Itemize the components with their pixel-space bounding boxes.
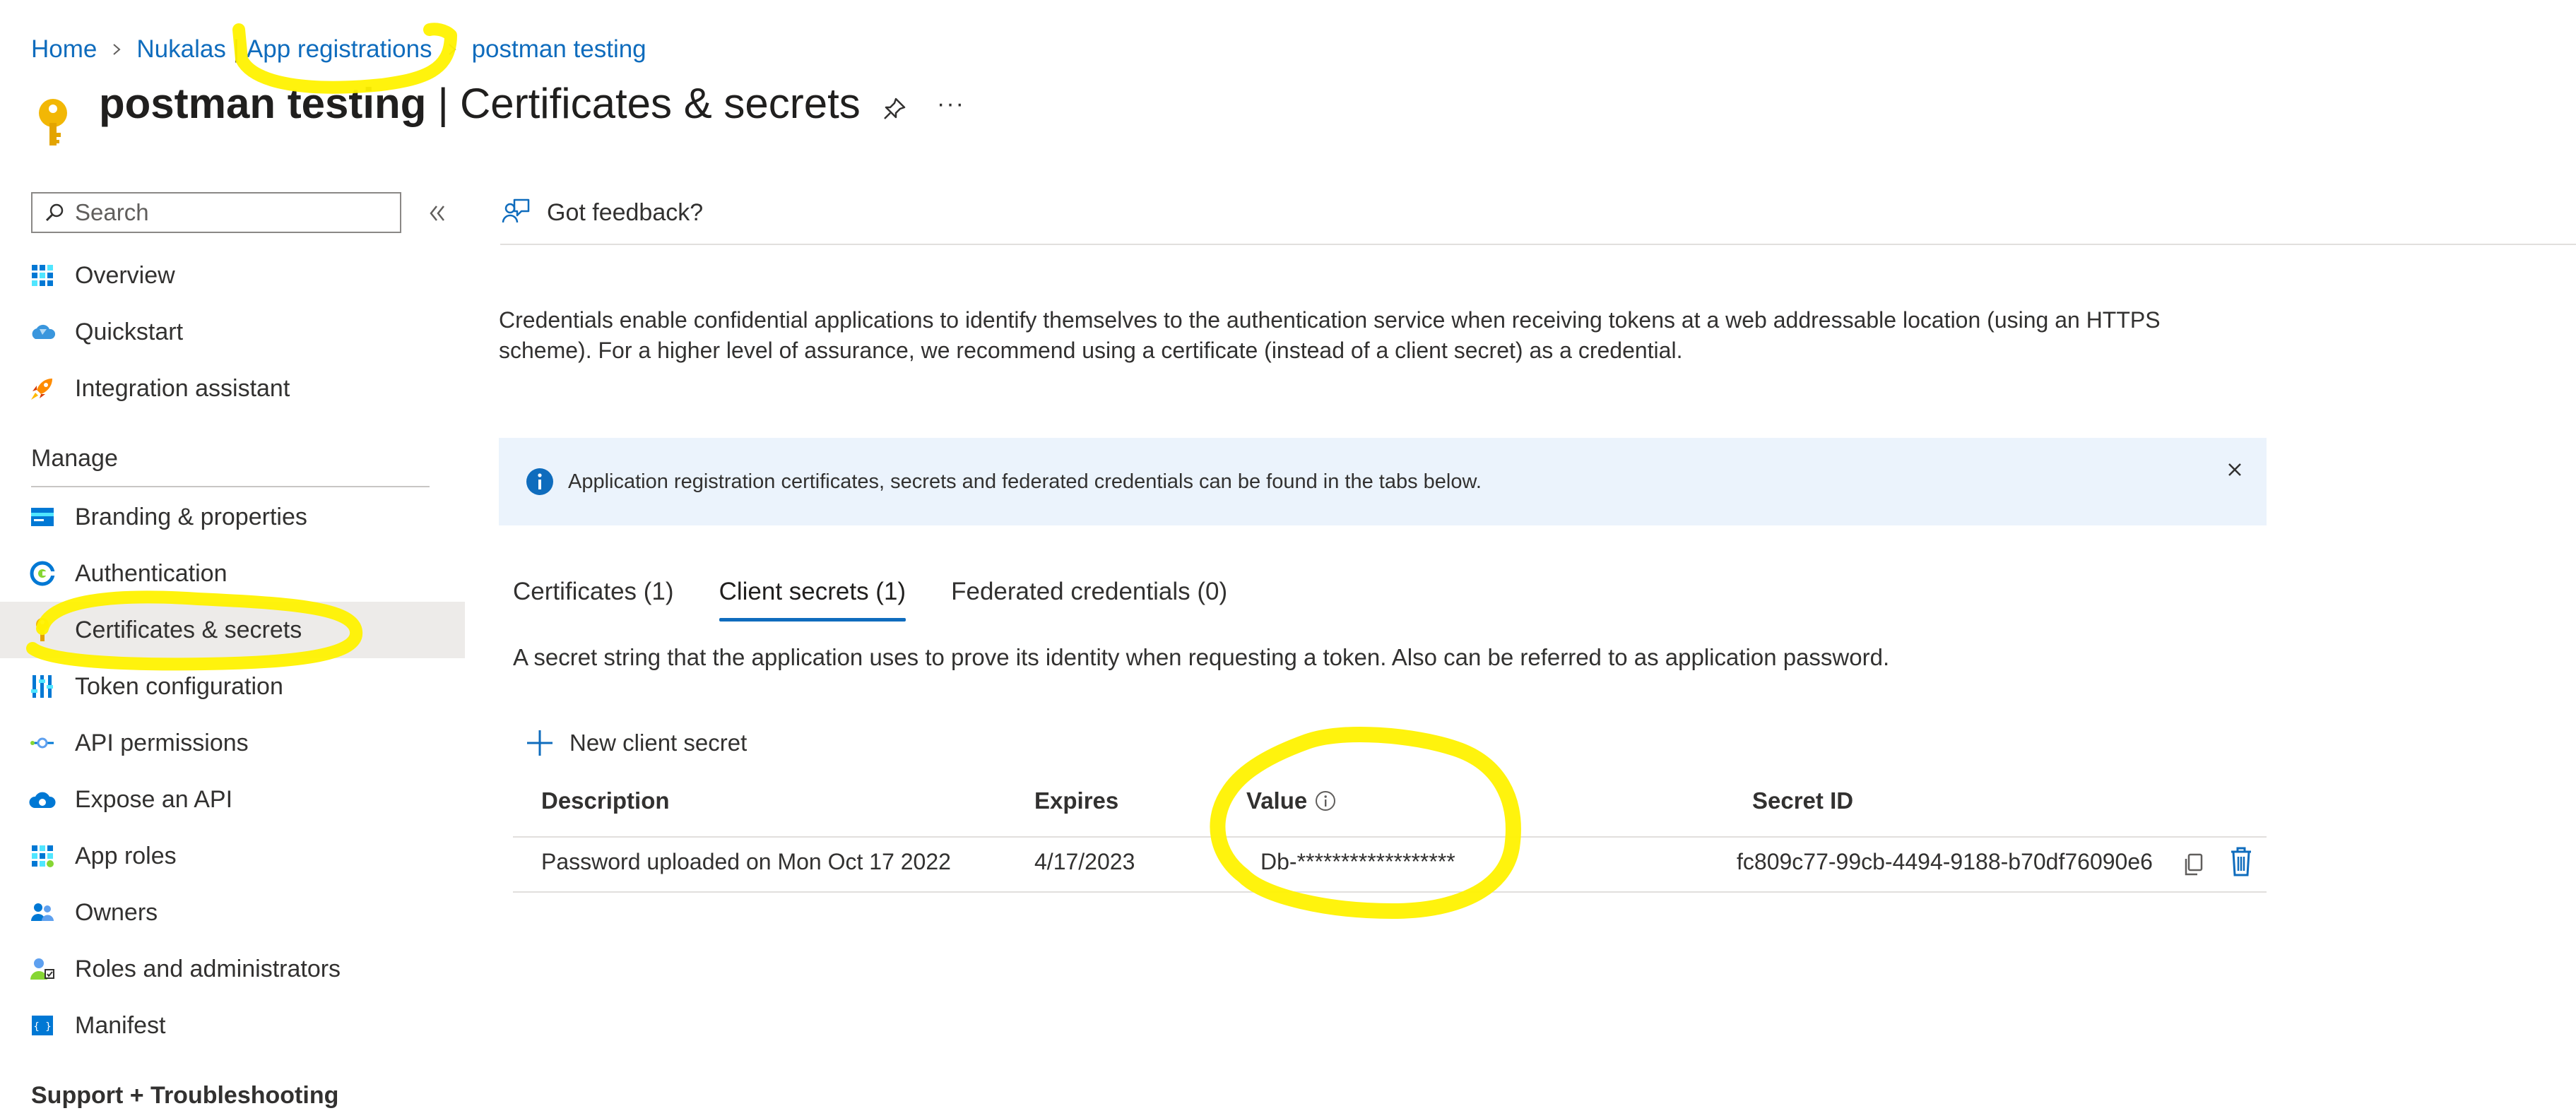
tab-federated-credentials[interactable]: Federated credentials (0) — [951, 571, 1227, 617]
sidebar-item-label: Quickstart — [75, 318, 184, 345]
page-description: Credentials enable confidential applicat… — [499, 307, 2161, 363]
breadcrumb-home[interactable]: Home — [31, 35, 97, 64]
cell-secret-id: fc809c77-99cb-4494-9188-b70df76090e6 — [1737, 849, 2153, 874]
sidebar-item-label: Branding & properties — [75, 503, 307, 530]
sidebar-item-branding[interactable]: Branding & properties — [0, 489, 465, 545]
key-icon — [39, 99, 67, 145]
sidebar-item-label: App roles — [75, 842, 177, 869]
breadcrumb-nukalas[interactable]: Nukalas — [136, 35, 225, 64]
sidebar-item-label: API permissions — [75, 729, 249, 756]
api-permissions-icon — [28, 729, 57, 757]
sidebar-item-label: Owners — [75, 898, 158, 926]
delete-icon[interactable] — [2228, 846, 2254, 877]
sidebar-item-expose-an-api[interactable]: Expose an API — [0, 771, 465, 828]
owners-icon — [28, 898, 57, 927]
sidebar-item-label: Integration assistant — [75, 374, 290, 402]
search-icon — [45, 203, 64, 222]
toolbar-divider — [500, 244, 2576, 245]
manifest-icon: { } — [28, 1011, 57, 1040]
sidebar-item-label: Roles and administrators — [75, 955, 341, 982]
sidebar-item-quickstart[interactable]: Quickstart — [0, 304, 465, 360]
chevron-right-icon — [113, 44, 121, 55]
column-header-secret-id[interactable]: Secret ID — [1752, 787, 1853, 814]
search-input[interactable] — [73, 198, 380, 227]
info-message: Application registration certificates, s… — [568, 470, 1482, 493]
app-roles-icon — [28, 842, 57, 870]
highlight-annotation-value — [1210, 726, 1521, 919]
feedback-button[interactable]: Got feedback? — [500, 185, 703, 240]
column-header-expires[interactable]: Expires — [1034, 787, 1118, 814]
pin-icon[interactable] — [882, 96, 907, 121]
close-icon[interactable] — [2223, 458, 2247, 482]
roles-icon — [28, 955, 57, 983]
highlight-annotation-certificates-secrets — [26, 590, 363, 671]
sidebar-item-label: Authentication — [75, 559, 228, 587]
branding-icon — [28, 503, 57, 531]
tab-certificates[interactable]: Certificates (1) — [513, 571, 674, 617]
sidebar-item-label: Overview — [75, 261, 175, 289]
cloud-icon — [28, 785, 57, 814]
sidebar-item-manifest[interactable]: { } Manifest — [0, 997, 465, 1054]
info-banner: Application registration certificates, s… — [499, 438, 2267, 525]
page-title: postman testing | Certificates & secrets — [99, 79, 861, 128]
tab-description: A secret string that the application use… — [513, 644, 1890, 670]
breadcrumb-postman-testing[interactable]: postman testing — [472, 35, 646, 64]
tab-client-secrets[interactable]: Client secrets (1) — [719, 571, 906, 622]
rocket-icon — [28, 374, 57, 403]
sidebar-item-integration-assistant[interactable]: Integration assistant — [0, 360, 465, 417]
cell-expires: 4/17/2023 — [1034, 849, 1135, 874]
sidebar-item-label: Expose an API — [75, 785, 233, 813]
tab-bar: Certificates (1) Client secrets (1) Fede… — [513, 571, 1272, 624]
highlight-annotation-app-registrations — [232, 23, 457, 94]
more-actions-icon[interactable]: ··· — [937, 90, 965, 118]
plus-icon — [527, 730, 553, 756]
sidebar-divider — [31, 486, 430, 487]
collapse-sidebar-icon[interactable] — [423, 199, 451, 227]
sidebar-item-overview[interactable]: Overview — [0, 247, 465, 304]
sidebar-search[interactable] — [31, 192, 401, 233]
authentication-icon — [28, 559, 57, 588]
quickstart-icon — [28, 318, 57, 346]
feedback-label: Got feedback? — [547, 198, 704, 226]
overview-icon — [28, 261, 57, 290]
sidebar-heading-support: Support + Troubleshooting — [31, 1082, 339, 1109]
page-title-section: Certificates & secrets — [459, 80, 861, 127]
feedback-icon — [502, 198, 530, 223]
new-client-secret-button[interactable]: New client secret — [526, 725, 747, 761]
sidebar-heading-manage: Manage — [31, 445, 118, 472]
new-client-secret-label: New client secret — [569, 730, 748, 756]
svg-text:{ }: { } — [33, 1021, 51, 1033]
info-icon — [526, 468, 553, 495]
sidebar-item-api-permissions[interactable]: API permissions — [0, 715, 465, 771]
sidebar-item-app-roles[interactable]: App roles — [0, 828, 465, 884]
cell-description: Password uploaded on Mon Oct 17 2022 — [541, 849, 951, 874]
column-header-description[interactable]: Description — [541, 787, 670, 814]
copy-icon[interactable] — [2182, 852, 2206, 879]
sidebar-item-roles-administrators[interactable]: Roles and administrators — [0, 941, 465, 997]
sidebar-item-owners[interactable]: Owners — [0, 884, 465, 941]
sidebar-item-label: Manifest — [75, 1011, 166, 1039]
